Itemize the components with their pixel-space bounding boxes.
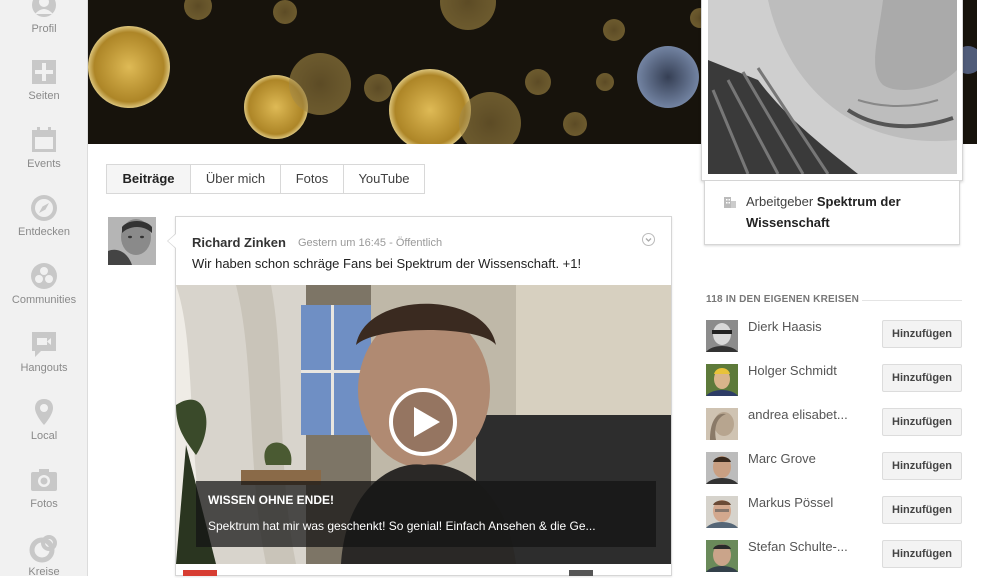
tab-ueber-mich[interactable]: Über mich [190,164,281,194]
avatar[interactable] [706,452,738,484]
avatar[interactable] [706,364,738,396]
post-meta[interactable]: Gestern um 16:45 - Öffentlich [298,237,442,249]
person-name[interactable]: Stefan Schulte-... [748,539,848,554]
person-name[interactable]: Marc Grove [748,451,816,466]
video-caption: WISSEN OHNE ENDE! Spektrum hat mir was g… [196,481,656,547]
person-name[interactable]: Markus Pössel [748,495,833,510]
nav-label: Entdecken [18,226,70,238]
nav-label: Hangouts [20,362,68,374]
profile-icon [32,0,56,17]
camera-icon [31,469,57,491]
person-name[interactable]: Holger Schmidt [748,363,837,378]
circles-icon [29,535,57,563]
nav-item-communities[interactable]: Communities [0,261,88,306]
post-pointer-inner [168,234,176,248]
person-name[interactable]: andrea elisabet... [748,407,848,422]
nav-item-seiten[interactable]: Seiten [0,57,88,102]
avatar[interactable] [706,320,738,352]
compass-icon [31,195,57,221]
video-title[interactable]: WISSEN OHNE ENDE! [208,493,334,507]
communities-icon [31,263,57,289]
circle-person: Marc Grove Hinzufügen [706,451,966,488]
circles-header: 118 IN DEN EIGENEN KREISEN [706,294,860,305]
hangouts-icon [32,332,56,357]
post-card: Richard Zinken Gestern um 16:45 - Öffent… [175,216,672,576]
location-pin-icon [35,399,53,425]
circle-person: Holger Schmidt Hinzufügen [706,363,966,400]
nav-item-entdecken[interactable]: Entdecken [0,193,88,238]
nav-item-kreise[interactable]: Kreise [0,533,88,578]
add-to-circles-button[interactable]: Hinzufügen [882,496,962,524]
author-avatar[interactable] [108,217,156,265]
post-author[interactable]: Richard Zinken [192,235,286,250]
nav-item-fotos[interactable]: Fotos [0,465,88,510]
nav-label: Seiten [28,90,60,102]
profile-tabs: Beiträge Über mich Fotos YouTube [106,164,425,194]
avatar[interactable] [706,540,738,572]
tab-youtube[interactable]: YouTube [343,164,425,194]
pages-icon [32,60,56,84]
calendar-icon [32,127,56,152]
circle-person: Stefan Schulte-... Hinzufügen [706,539,966,576]
add-to-circles-button[interactable]: Hinzufügen [882,452,962,480]
nav-label: Local [30,430,58,442]
add-to-circles-button[interactable]: Hinzufügen [882,320,962,348]
tab-beitraege[interactable]: Beiträge [106,164,191,194]
video-embed[interactable]: WISSEN OHNE ENDE! Spektrum hat mir was g… [176,285,671,564]
tab-fotos[interactable]: Fotos [280,164,344,194]
nav-label: Profil [31,23,57,35]
person-name[interactable]: Dierk Haasis [748,319,822,334]
employer-card: Arbeitgeber Spektrum der Wissenschaft [704,181,960,245]
nav-label: Fotos [30,498,58,510]
nav-item-profil[interactable]: Profil [0,0,88,35]
circle-person: Dierk Haasis Hinzufügen [706,319,966,356]
avatar[interactable] [706,408,738,440]
post-menu-icon[interactable] [642,233,655,246]
nav-label: Kreise [28,566,60,578]
circle-person: andrea elisabet... Hinzufügen [706,407,966,444]
post-text: Wir haben schon schräge Fans bei Spektru… [192,256,582,271]
nav-item-hangouts[interactable]: Hangouts [0,329,88,374]
avatar[interactable] [706,496,738,528]
add-to-circles-button[interactable]: Hinzufügen [882,364,962,392]
nav-label: Communities [11,294,77,306]
employer-prefix: Arbeitgeber [746,194,814,209]
profile-photo-frame[interactable] [701,0,963,181]
circle-person: Markus Pössel Hinzufügen [706,495,966,532]
profile-photo [708,0,957,174]
divider [862,300,962,301]
building-icon [724,197,736,208]
play-icon[interactable] [388,387,458,457]
share-avatar[interactable] [569,570,593,576]
employer-text: Arbeitgeber Spektrum der Wissenschaft [746,191,946,233]
plus-one-button[interactable] [183,570,217,576]
left-navigation: Profil Seiten Events Entdecken Communiti… [0,0,88,578]
nav-item-events[interactable]: Events [0,125,88,170]
add-to-circles-button[interactable]: Hinzufügen [882,540,962,568]
video-description: Spektrum hat mir was geschenkt! So genia… [208,519,596,533]
nav-label: Events [27,158,61,170]
add-to-circles-button[interactable]: Hinzufügen [882,408,962,436]
nav-item-local[interactable]: Local [0,397,88,442]
